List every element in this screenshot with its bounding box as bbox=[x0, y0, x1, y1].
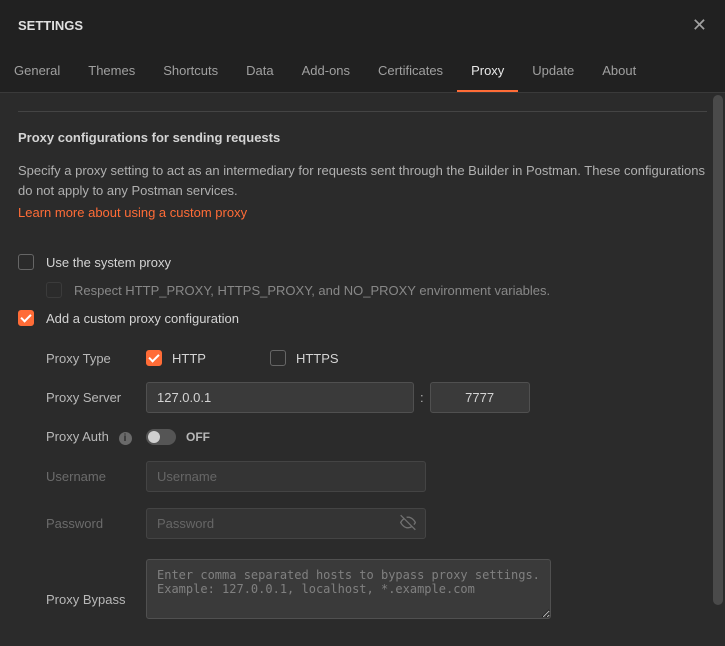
username-label: Username bbox=[46, 469, 146, 484]
tab-about[interactable]: About bbox=[588, 51, 650, 92]
password-label: Password bbox=[46, 516, 146, 531]
tab-update[interactable]: Update bbox=[518, 51, 588, 92]
scrollbar-thumb[interactable] bbox=[713, 95, 723, 605]
tab-themes[interactable]: Themes bbox=[74, 51, 149, 92]
tab-general[interactable]: General bbox=[0, 51, 74, 92]
add-custom-proxy-checkbox[interactable] bbox=[18, 310, 34, 326]
username-input[interactable] bbox=[146, 461, 426, 492]
password-row: Password bbox=[46, 508, 707, 539]
eye-off-icon[interactable] bbox=[400, 514, 416, 533]
respect-env-label: Respect HTTP_PROXY, HTTPS_PROXY, and NO_… bbox=[74, 283, 550, 298]
proxy-bypass-row: Proxy Bypass bbox=[46, 559, 707, 619]
use-system-proxy-checkbox[interactable] bbox=[18, 254, 34, 270]
proxy-bypass-label: Proxy Bypass bbox=[46, 572, 146, 607]
http-checkbox[interactable] bbox=[146, 350, 162, 366]
settings-title: SETTINGS bbox=[18, 18, 83, 33]
respect-env-row: Respect HTTP_PROXY, HTTPS_PROXY, and NO_… bbox=[46, 282, 707, 298]
add-custom-proxy-label: Add a custom proxy configuration bbox=[46, 311, 239, 326]
respect-env-checkbox bbox=[46, 282, 62, 298]
tab-addons[interactable]: Add-ons bbox=[288, 51, 364, 92]
tab-shortcuts[interactable]: Shortcuts bbox=[149, 51, 232, 92]
host-port-separator: : bbox=[420, 390, 424, 405]
proxy-port-input[interactable] bbox=[430, 382, 530, 413]
http-label: HTTP bbox=[172, 351, 206, 366]
divider bbox=[18, 111, 707, 112]
proxy-type-label: Proxy Type bbox=[46, 351, 146, 366]
use-system-proxy-row: Use the system proxy bbox=[18, 254, 707, 270]
https-checkbox[interactable] bbox=[270, 350, 286, 366]
proxy-auth-row: Proxy Auth i OFF bbox=[46, 429, 707, 445]
https-option: HTTPS bbox=[270, 350, 339, 366]
proxy-server-label: Proxy Server bbox=[46, 390, 146, 405]
username-row: Username bbox=[46, 461, 707, 492]
settings-tabs: General Themes Shortcuts Data Add-ons Ce… bbox=[0, 51, 725, 93]
learn-more-link[interactable]: Learn more about using a custom proxy bbox=[18, 205, 247, 220]
tab-data[interactable]: Data bbox=[232, 51, 287, 92]
custom-proxy-form: Proxy Type HTTP HTTPS Proxy Server : Pro… bbox=[46, 350, 707, 619]
info-icon[interactable]: i bbox=[119, 432, 132, 445]
section-title: Proxy configurations for sending request… bbox=[18, 130, 707, 145]
add-custom-proxy-row: Add a custom proxy configuration bbox=[18, 310, 707, 326]
proxy-auth-toggle-label: OFF bbox=[186, 430, 210, 444]
proxy-auth-toggle-wrap: OFF bbox=[146, 429, 210, 445]
http-option: HTTP bbox=[146, 350, 206, 366]
proxy-bypass-textarea[interactable] bbox=[146, 559, 551, 619]
close-icon[interactable]: ✕ bbox=[692, 15, 707, 36]
tab-proxy[interactable]: Proxy bbox=[457, 51, 518, 92]
settings-header: SETTINGS ✕ bbox=[0, 0, 725, 51]
tab-certificates[interactable]: Certificates bbox=[364, 51, 457, 92]
section-description: Specify a proxy setting to act as an int… bbox=[18, 161, 707, 201]
proxy-auth-toggle[interactable] bbox=[146, 429, 176, 445]
proxy-settings-panel: Proxy configurations for sending request… bbox=[0, 93, 725, 644]
proxy-type-row: Proxy Type HTTP HTTPS bbox=[46, 350, 707, 366]
proxy-auth-label: Proxy Auth i bbox=[46, 429, 146, 445]
https-label: HTTPS bbox=[296, 351, 339, 366]
proxy-server-row: Proxy Server : bbox=[46, 382, 707, 413]
password-input[interactable] bbox=[146, 508, 426, 539]
proxy-host-input[interactable] bbox=[146, 382, 414, 413]
use-system-proxy-label: Use the system proxy bbox=[46, 255, 171, 270]
